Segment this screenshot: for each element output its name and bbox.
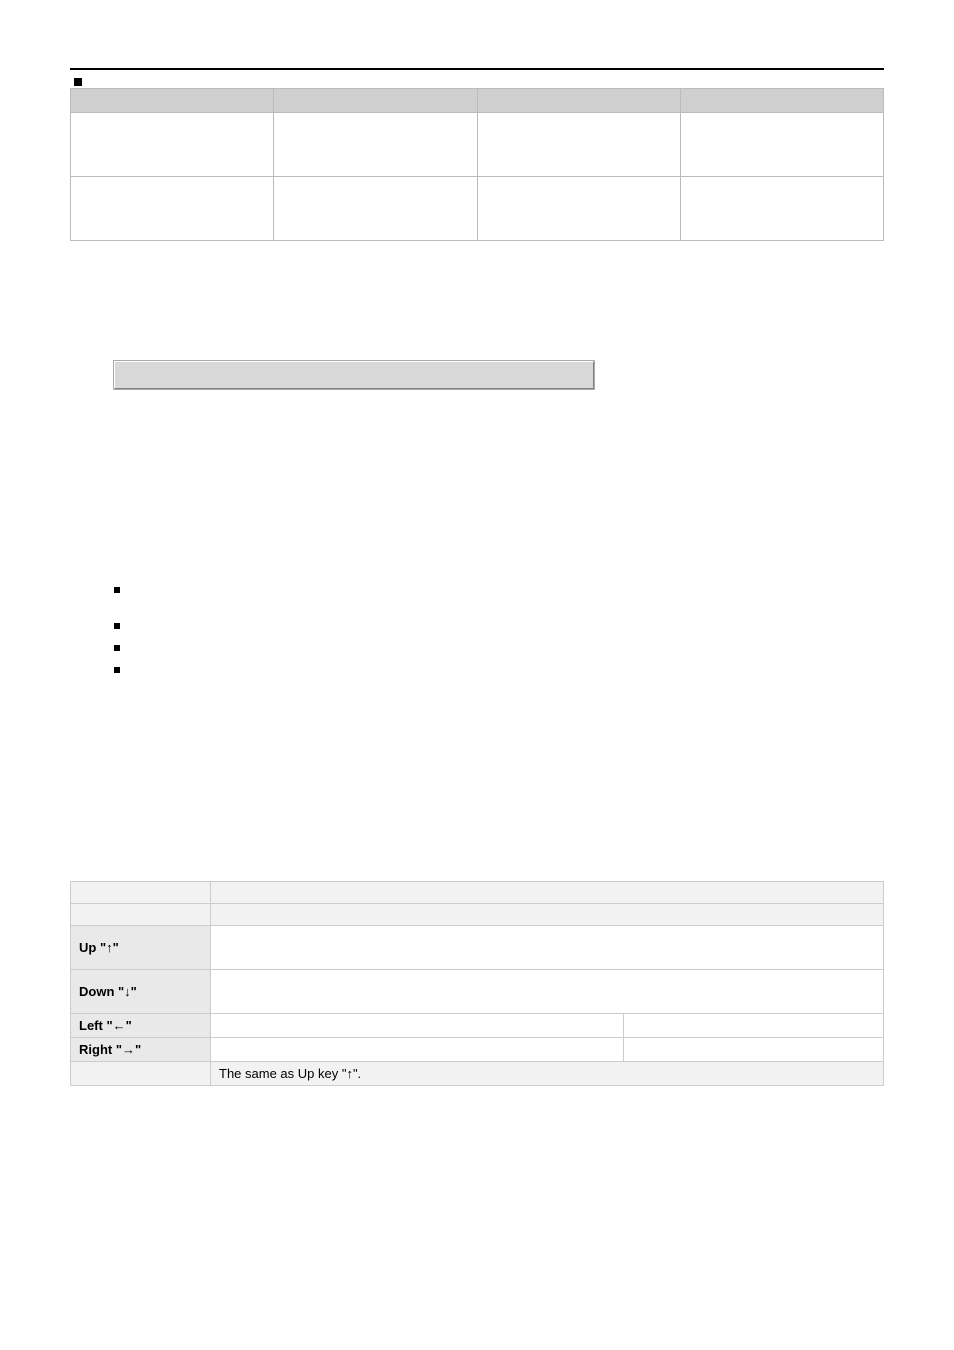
upper-grid-header-cell bbox=[274, 89, 477, 113]
square-bullet-icon bbox=[114, 645, 120, 651]
keys-row-down: Down "↓" bbox=[71, 970, 884, 1014]
key-label-left: Left "←" bbox=[71, 1014, 211, 1038]
top-rule bbox=[70, 68, 884, 70]
keys-subheader-row bbox=[71, 904, 884, 926]
bullet-list bbox=[114, 579, 884, 681]
upper-grid-cell bbox=[71, 113, 274, 177]
upper-grid-cell bbox=[274, 177, 477, 241]
upper-grid-cell bbox=[71, 177, 274, 241]
upper-grid-cell bbox=[680, 177, 883, 241]
keys-table: Up "↑" Down "↓" Left "←" Right "→" The s… bbox=[70, 881, 884, 1086]
key-label-right: Right "→" bbox=[71, 1038, 211, 1062]
bullet-item bbox=[114, 659, 884, 681]
square-bullet-icon bbox=[114, 587, 120, 593]
upper-grid-row bbox=[71, 113, 884, 177]
upper-grid-table bbox=[70, 88, 884, 241]
keys-header-cell bbox=[211, 904, 884, 926]
upper-grid-header-cell bbox=[71, 89, 274, 113]
keys-cell bbox=[624, 1038, 884, 1062]
keys-cell bbox=[211, 1014, 624, 1038]
upper-grid-row bbox=[71, 177, 884, 241]
keys-cell bbox=[71, 1062, 211, 1086]
upper-grid-cell bbox=[477, 113, 680, 177]
upper-grid-cell bbox=[680, 113, 883, 177]
keys-cell bbox=[211, 1038, 624, 1062]
square-bullet-icon bbox=[114, 667, 120, 673]
upper-grid-cell bbox=[274, 113, 477, 177]
upper-grid-header-cell bbox=[477, 89, 680, 113]
square-bullet-icon bbox=[74, 78, 82, 86]
upper-grid-header-cell bbox=[680, 89, 883, 113]
square-bullet-icon bbox=[114, 623, 120, 629]
key-label-up: Up "↑" bbox=[71, 926, 211, 970]
keys-header-cell bbox=[211, 882, 884, 904]
keys-row-up: Up "↑" bbox=[71, 926, 884, 970]
keys-header-cell bbox=[71, 882, 211, 904]
key-label-down: Down "↓" bbox=[71, 970, 211, 1014]
keys-row-note: The same as Up key "↑". bbox=[71, 1062, 884, 1086]
keys-note-cell: The same as Up key "↑". bbox=[211, 1062, 884, 1086]
section-bullet-row bbox=[74, 78, 884, 86]
keys-header-row bbox=[71, 882, 884, 904]
bullet-item bbox=[114, 615, 884, 637]
upper-grid-header-row bbox=[71, 89, 884, 113]
keys-header-cell bbox=[71, 904, 211, 926]
keys-cell bbox=[211, 970, 884, 1014]
keys-row-right: Right "→" bbox=[71, 1038, 884, 1062]
bullet-item bbox=[114, 637, 884, 659]
upper-grid-cell bbox=[477, 177, 680, 241]
keys-cell bbox=[211, 926, 884, 970]
embossed-bar bbox=[114, 361, 594, 389]
bullet-item bbox=[114, 579, 884, 601]
keys-row-left: Left "←" bbox=[71, 1014, 884, 1038]
keys-cell bbox=[624, 1014, 884, 1038]
